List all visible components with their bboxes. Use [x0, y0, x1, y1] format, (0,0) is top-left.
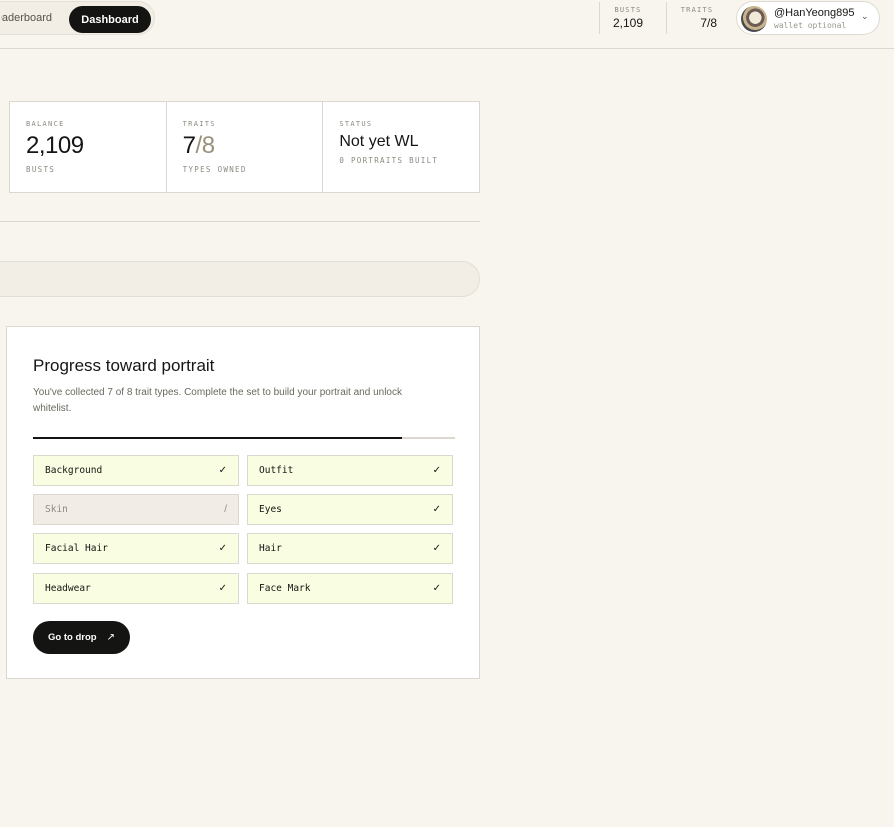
check-icon: ✓ — [218, 465, 227, 476]
nav-dashboard[interactable]: Dashboard — [69, 6, 151, 33]
trait-label: Background — [45, 465, 103, 476]
top-bar: eaderboard Dashboard BUSTS 2,109 TRAITS … — [0, 0, 894, 49]
trait-outfit: Outfit ✓ — [247, 455, 453, 486]
balance-stat: BALANCE 2,109 BUSTS — [10, 102, 167, 192]
status-caption: 0 PORTRAITS BUILT — [339, 156, 439, 165]
progress-description: You've collected 7 of 8 trait types. Com… — [33, 387, 402, 414]
progress-card: Progress toward portrait You've collecte… — [6, 326, 480, 679]
header-divider — [666, 2, 667, 34]
traits-stat: TRAITS 7/8 TYPES OWNED — [167, 102, 324, 192]
trait-face-mark: Face Mark ✓ — [247, 573, 453, 604]
trait-skin: Skin / — [33, 494, 239, 525]
check-icon: ✓ — [218, 583, 227, 594]
traits-caption: TYPES OWNED — [182, 165, 247, 174]
check-icon: ✓ — [432, 543, 441, 554]
header-busts: BUSTS 2,109 — [610, 6, 646, 30]
trait-label: Outfit — [259, 465, 294, 476]
trait-label: Facial Hair — [45, 543, 108, 554]
status-label: STATUS — [339, 120, 373, 128]
traits-label: TRAITS — [182, 120, 216, 128]
traits-owned: 7 — [182, 132, 196, 159]
header-divider — [599, 2, 600, 34]
section-divider — [0, 221, 480, 222]
user-menu[interactable]: @HanYeong895 wallet optional ⌄ — [736, 1, 880, 35]
stats-card: BALANCE 2,109 BUSTS TRAITS 7/8 TYPES OWN… — [9, 101, 480, 193]
search-bar[interactable] — [0, 261, 480, 297]
arrow-up-right-icon: ↗ — [106, 632, 115, 643]
user-name: @HanYeong895 — [774, 7, 855, 19]
header-traits-value: 7/8 — [700, 16, 717, 30]
go-to-drop-button[interactable]: Go to drop ↗ — [33, 621, 130, 654]
missing-icon: / — [224, 504, 227, 515]
header-traits: TRAITS 7/8 — [677, 6, 717, 30]
header-traits-label: TRAITS — [680, 6, 714, 14]
progress-title: Progress toward portrait — [33, 356, 215, 375]
trait-label: Headwear — [45, 583, 91, 594]
trait-hair: Hair ✓ — [247, 533, 453, 564]
cta-label: Go to drop — [48, 632, 97, 643]
status-stat: STATUS Not yet WL 0 PORTRAITS BUILT — [323, 102, 479, 192]
header-busts-label: BUSTS — [614, 6, 642, 14]
check-icon: ✓ — [432, 504, 441, 515]
trait-facial-hair: Facial Hair ✓ — [33, 533, 239, 564]
progress-bar-fill — [33, 437, 403, 439]
trait-headwear: Headwear ✓ — [33, 573, 239, 604]
traits-value: 7/8 — [183, 132, 323, 160]
progress-bar — [33, 437, 455, 439]
header-busts-value: 2,109 — [612, 16, 644, 30]
trait-label: Eyes — [259, 504, 282, 515]
trait-eyes: Eyes ✓ — [247, 494, 453, 525]
chevron-down-icon: ⌄ — [861, 11, 869, 21]
trait-label: Hair — [259, 543, 282, 554]
check-icon: ✓ — [432, 465, 441, 476]
avatar — [741, 6, 767, 32]
trait-label: Skin — [45, 504, 68, 515]
nav-leaderboard[interactable]: eaderboard — [1, 12, 52, 24]
user-wallet-status: wallet optional — [774, 21, 847, 30]
main-nav: eaderboard Dashboard — [0, 1, 155, 35]
check-icon: ✓ — [218, 543, 227, 554]
check-icon: ✓ — [432, 583, 441, 594]
balance-label: BALANCE — [26, 120, 65, 128]
balance-value: 2,109 — [26, 132, 84, 159]
status-value: Not yet WL — [339, 133, 419, 150]
traits-total: /8 — [195, 132, 216, 159]
trait-label: Face Mark — [259, 583, 311, 594]
trait-background: Background ✓ — [33, 455, 239, 486]
balance-unit: BUSTS — [26, 165, 56, 174]
